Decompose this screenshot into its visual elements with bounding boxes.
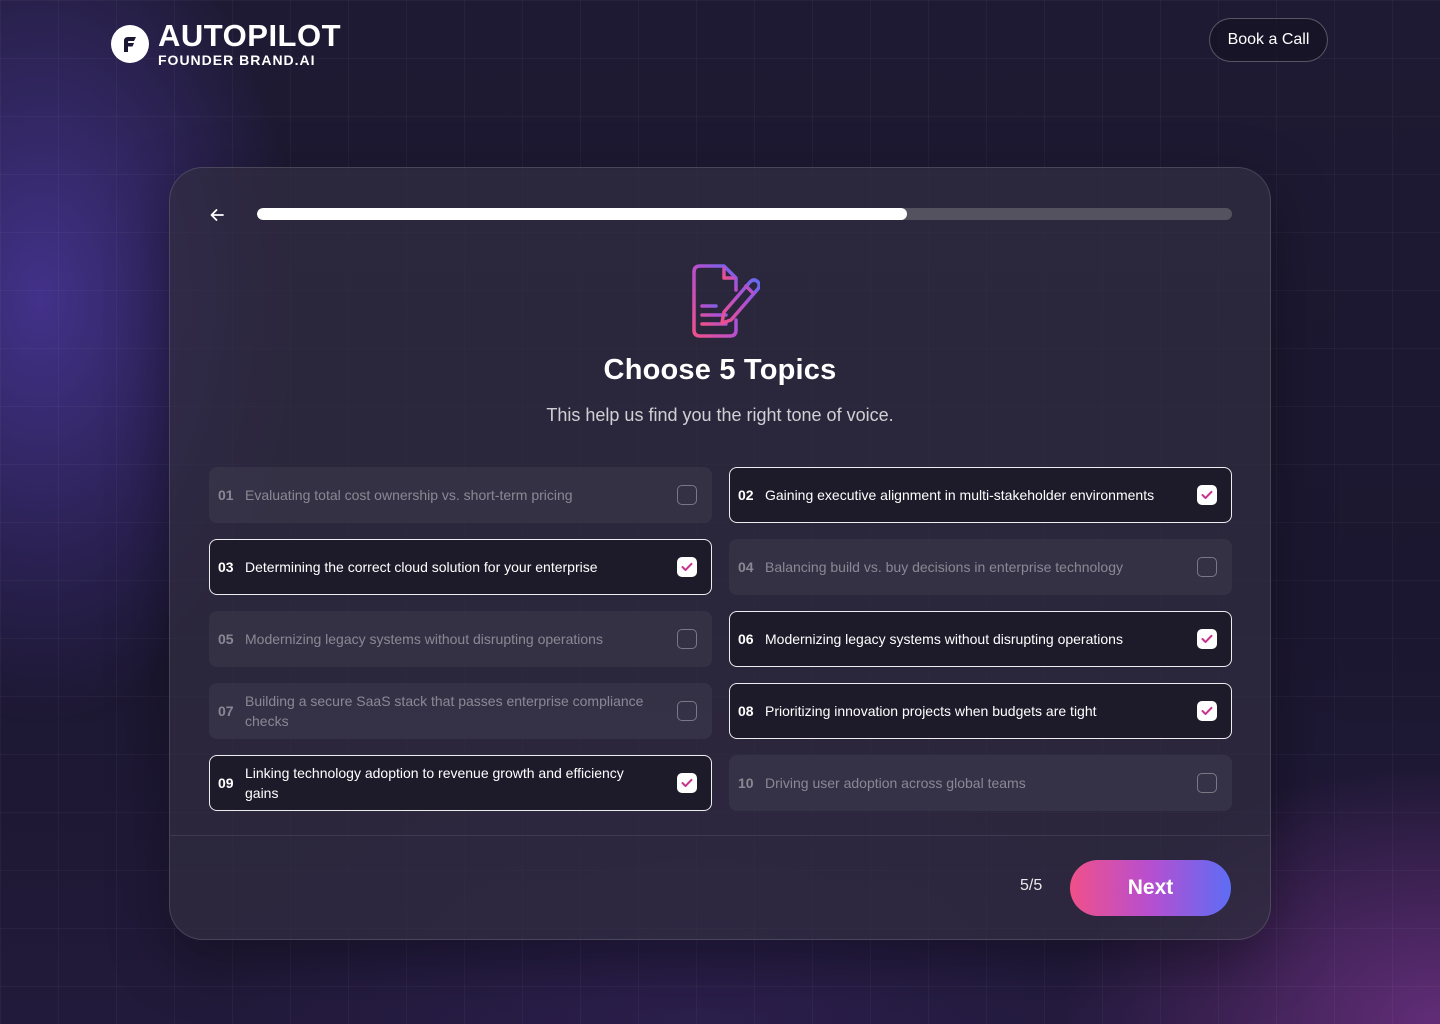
topic-item[interactable]: 07 Building a secure SaaS stack that pas…	[209, 683, 712, 739]
topic-checkbox[interactable]	[677, 701, 697, 721]
topic-label: Modernizing legacy systems without disru…	[765, 631, 1123, 647]
topic-number: 10	[738, 775, 754, 791]
next-button[interactable]: Next	[1070, 860, 1231, 916]
topic-number: 07	[218, 703, 234, 719]
topic-item[interactable]: 04 Balancing build vs. buy decisions in …	[729, 539, 1232, 595]
topic-number: 05	[218, 631, 234, 647]
topic-label: Gaining executive alignment in multi-sta…	[765, 487, 1155, 503]
topic-label: Building a secure SaaS stack that passes…	[245, 693, 644, 729]
check-icon	[1201, 706, 1213, 715]
progress-bar	[257, 208, 1232, 220]
topic-checkbox[interactable]	[677, 773, 697, 793]
topic-number: 03	[218, 559, 234, 575]
brand-logo[interactable]: AUTOPILOT FOUNDER BRAND.AI	[111, 20, 341, 67]
selection-count: 5/5	[1020, 877, 1043, 894]
back-arrow-icon	[210, 209, 224, 221]
topic-label: Evaluating total cost ownership vs. shor…	[245, 487, 573, 503]
back-button[interactable]	[204, 202, 230, 228]
document-edit-icon	[692, 264, 760, 338]
progress-fill	[257, 208, 908, 220]
page-subtitle: This help us find you the right tone of …	[546, 405, 894, 425]
topic-item[interactable]: 01 Evaluating total cost ownership vs. s…	[209, 467, 712, 523]
topic-item[interactable]: 09 Linking technology adoption to revenu…	[209, 755, 712, 811]
topic-checkbox[interactable]	[1197, 629, 1217, 649]
logo-subtitle: FOUNDER BRAND.AI	[158, 52, 316, 68]
topic-item[interactable]: 10 Driving user adoption across global t…	[729, 755, 1232, 811]
topic-label: Determining the correct cloud solution f…	[245, 559, 598, 575]
topic-checkbox[interactable]	[677, 629, 697, 649]
topic-checkbox[interactable]	[677, 485, 697, 505]
topic-checkbox[interactable]	[1197, 701, 1217, 721]
topic-label: Modernizing legacy systems without disru…	[245, 631, 603, 647]
check-icon	[1201, 490, 1213, 499]
topic-label: Driving user adoption across global team…	[765, 775, 1026, 791]
topic-number: 02	[738, 487, 754, 503]
topic-item[interactable]: 08 Prioritizing innovation projects when…	[729, 683, 1232, 739]
topic-label: Linking technology adoption to revenue g…	[245, 765, 624, 801]
topic-checkbox[interactable]	[677, 557, 697, 577]
topic-item[interactable]: 06 Modernizing legacy systems without di…	[729, 611, 1232, 667]
check-icon	[681, 778, 693, 787]
page-title: Choose 5 Topics	[603, 354, 837, 386]
topic-checkbox[interactable]	[1197, 773, 1217, 793]
topic-checkbox[interactable]	[1197, 485, 1217, 505]
topic-number: 04	[738, 559, 754, 575]
logo-title: AUTOPILOT	[158, 18, 342, 53]
topic-item[interactable]: 05 Modernizing legacy systems without di…	[209, 611, 712, 667]
logo-mark-icon	[111, 24, 149, 63]
topic-checkbox[interactable]	[1197, 557, 1217, 577]
topic-item[interactable]: 03 Determining the correct cloud solutio…	[209, 539, 712, 595]
topic-item[interactable]: 02 Gaining executive alignment in multi-…	[729, 467, 1232, 523]
topic-number: 09	[218, 775, 234, 791]
topic-number: 06	[738, 631, 754, 647]
topics-grid: 01 Evaluating total cost ownership vs. s…	[209, 467, 1232, 811]
topic-number: 01	[218, 487, 234, 503]
book-call-button[interactable]: Book a Call	[1209, 18, 1328, 62]
check-icon	[1201, 634, 1213, 643]
topic-number: 08	[738, 703, 754, 719]
onboarding-card: Choose 5 Topics This help us find you th…	[169, 167, 1271, 940]
topic-label: Balancing build vs. buy decisions in ent…	[765, 559, 1123, 575]
footer-divider	[170, 835, 1270, 836]
topic-label: Prioritizing innovation projects when bu…	[765, 703, 1097, 719]
check-icon	[681, 562, 693, 571]
